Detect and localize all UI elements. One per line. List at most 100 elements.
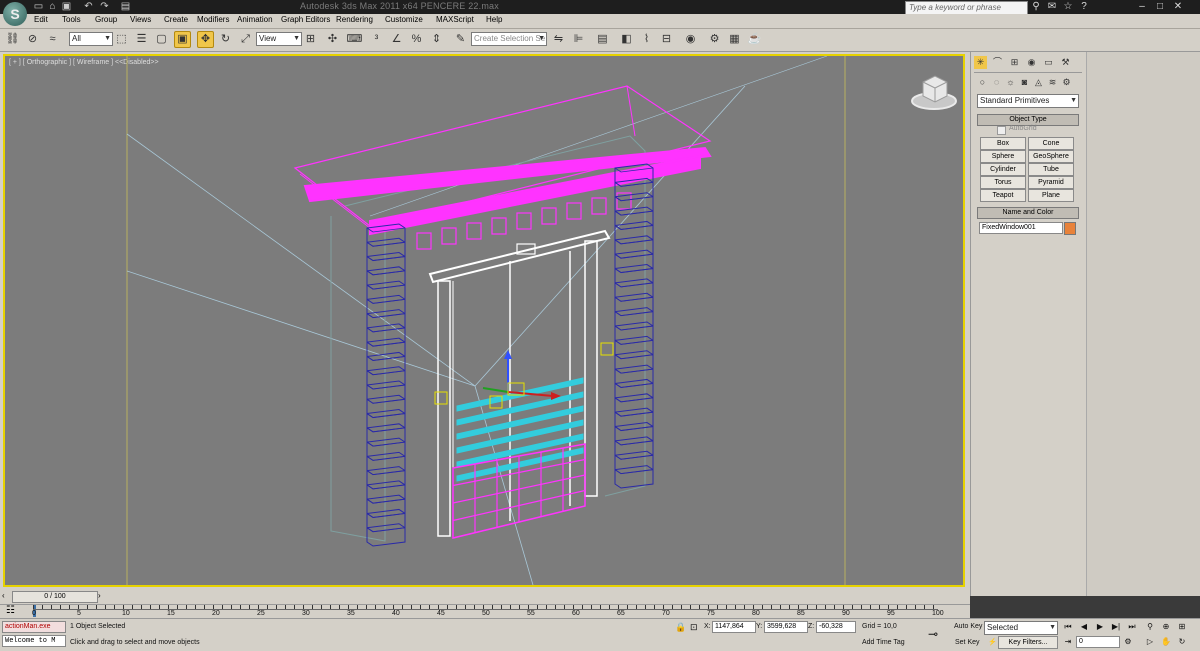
menu-rendering[interactable]: Rendering	[336, 15, 373, 24]
schematic-view-icon[interactable]: ⊟	[658, 31, 675, 48]
key-icon[interactable]: ⊸	[928, 627, 938, 641]
select-and-rotate-icon[interactable]: ↻	[217, 31, 234, 48]
selection-filter-dropdown[interactable]: All ▼	[69, 32, 113, 46]
add-time-tag-button[interactable]: Add Time Tag	[862, 639, 905, 646]
z-coordinate-field[interactable]: -60,328	[816, 621, 856, 633]
absolute-mode-icon[interactable]: ⊡	[690, 622, 698, 633]
orbit-icon[interactable]: ↻	[1176, 636, 1188, 647]
graphite-tools-icon[interactable]: ◧	[618, 31, 635, 48]
spinner-snap-icon[interactable]: ⇕	[428, 31, 445, 48]
render-setup-icon[interactable]: ⚙	[706, 31, 723, 48]
snaps-toggle-icon[interactable]: ³	[368, 31, 385, 48]
communication-icon[interactable]: ✉	[1046, 1, 1058, 13]
space-warps-icon[interactable]: ≋	[1046, 76, 1059, 89]
sphere-button[interactable]: Sphere	[980, 150, 1026, 163]
mini-curve-editor-icon[interactable]: ☷	[6, 605, 15, 616]
go-to-start-icon[interactable]: ⏮	[1062, 621, 1074, 632]
x-coordinate-field[interactable]: 1147,864	[712, 621, 756, 633]
time-slider[interactable]: 0 / 100	[12, 591, 98, 603]
menu-edit[interactable]: Edit	[34, 15, 48, 24]
edit-named-selection-icon[interactable]: ✎	[452, 31, 469, 48]
mirror-icon[interactable]: ⇋	[550, 31, 567, 48]
next-key-icon[interactable]: ▶|	[1110, 621, 1122, 632]
menu-create[interactable]: Create	[164, 15, 188, 24]
zoom-extents-icon[interactable]: ⊞	[1176, 621, 1188, 632]
prev-frame-icon[interactable]: ‹	[2, 591, 5, 600]
project-folder-icon[interactable]: ▤	[120, 1, 131, 12]
named-selection-sets-dropdown[interactable]: Create Selection Se ▼	[471, 32, 547, 46]
helpers-icon[interactable]: ◬	[1032, 76, 1045, 89]
menu-tools[interactable]: Tools	[62, 15, 81, 24]
zoom-icon[interactable]: ⚲	[1144, 621, 1156, 632]
search-input[interactable]: Type a keyword or phrase	[905, 1, 1028, 15]
geosphere-button[interactable]: GeoSphere	[1028, 150, 1074, 163]
layer-manager-icon[interactable]: ▤	[594, 31, 611, 48]
manipulate-icon[interactable]: ✣	[324, 31, 341, 48]
curve-editor-icon[interactable]: ⌇	[638, 31, 655, 48]
binoculars-icon[interactable]: ⚲	[1030, 1, 1042, 13]
time-configuration-icon[interactable]: ⚙	[1122, 636, 1134, 647]
select-object-icon[interactable]: ⬚	[113, 31, 130, 48]
set-key-button[interactable]: Set Key	[955, 639, 980, 646]
new-file-icon[interactable]: ▭	[33, 1, 44, 12]
maxscript-listener-top[interactable]: actionMan.exe	[2, 621, 66, 633]
object-color-swatch[interactable]	[1064, 222, 1076, 235]
save-file-icon[interactable]: ▣	[61, 1, 72, 12]
redo-icon[interactable]: ↷	[99, 1, 110, 12]
perspective-viewport[interactable]: [ + ] [ Orthographic ] [ Wireframe ] <<D…	[3, 54, 965, 587]
create-tab-icon[interactable]: ✳	[974, 56, 987, 69]
key-mode-icon[interactable]: ⚡	[988, 638, 997, 646]
next-frame-icon[interactable]: ›	[98, 591, 101, 600]
display-tab-icon[interactable]: ▭	[1042, 56, 1055, 69]
menu-maxscript[interactable]: MAXScript	[436, 15, 474, 24]
undo-icon[interactable]: ↶	[83, 1, 94, 12]
key-filters-button[interactable]: Key Filters...	[998, 636, 1058, 649]
render-production-icon[interactable]: ☕	[746, 31, 763, 48]
menu-help[interactable]: Help	[486, 15, 502, 24]
plane-button[interactable]: Plane	[1028, 189, 1074, 202]
cone-button[interactable]: Cone	[1028, 137, 1074, 150]
angle-snap-icon[interactable]: ∠	[388, 31, 405, 48]
material-editor-icon[interactable]: ◉	[682, 31, 699, 48]
pyramid-button[interactable]: Pyramid	[1028, 176, 1074, 189]
key-mode-toggle-icon[interactable]: ⇥	[1062, 636, 1074, 647]
torus-button[interactable]: Torus	[980, 176, 1026, 189]
select-and-scale-icon[interactable]: ⤢	[237, 31, 254, 48]
align-icon[interactable]: ⊫	[570, 31, 587, 48]
menu-graph-editors[interactable]: Graph Editors	[281, 15, 330, 24]
autogrid-checkbox[interactable]	[997, 126, 1006, 135]
favorites-icon[interactable]: ☆	[1062, 1, 1074, 13]
field-of-view-icon[interactable]: ▷	[1144, 636, 1156, 647]
object-category-dropdown[interactable]: Standard Primitives ▼	[977, 94, 1079, 108]
modify-tab-icon[interactable]: ⌒	[991, 56, 1004, 69]
help-icon[interactable]: ?	[1078, 1, 1090, 13]
select-and-move-icon[interactable]: ✥	[197, 31, 214, 48]
pivot-center-icon[interactable]: ⊞	[302, 31, 319, 48]
percent-snap-icon[interactable]: %	[408, 31, 425, 48]
minimize-icon[interactable]: –	[1136, 1, 1148, 13]
selection-lock-icon[interactable]: 🔒	[675, 622, 686, 633]
menu-modifiers[interactable]: Modifiers	[197, 15, 229, 24]
keyboard-shortcut-icon[interactable]: ⌨	[346, 31, 363, 48]
bind-space-warp-icon[interactable]: ≈	[44, 31, 61, 48]
application-button[interactable]: S	[3, 2, 27, 26]
viewcube-icon[interactable]	[911, 75, 957, 110]
unlink-icon[interactable]: ⊘	[24, 31, 41, 48]
go-to-end-icon[interactable]: ⏭	[1126, 621, 1138, 632]
maximize-icon[interactable]: □	[1154, 1, 1166, 13]
object-name-field[interactable]: FixedWindow001	[979, 222, 1063, 234]
lights-icon[interactable]: ☼	[1004, 76, 1017, 89]
auto-key-selection-dropdown[interactable]: Selected ▼	[984, 621, 1058, 635]
y-coordinate-field[interactable]: 3599,628	[764, 621, 808, 633]
maxscript-listener-bottom[interactable]: Welcome to M	[2, 635, 66, 647]
select-by-name-icon[interactable]: ☰	[133, 31, 150, 48]
shapes-icon[interactable]: ◌	[990, 76, 1003, 89]
menu-group[interactable]: Group	[95, 15, 117, 24]
hierarchy-tab-icon[interactable]: ⊞	[1008, 56, 1021, 69]
rectangular-selection-icon[interactable]: ▢	[153, 31, 170, 48]
reference-coordinate-dropdown[interactable]: View ▼	[256, 32, 302, 46]
window-crossing-icon[interactable]: ▣	[174, 31, 191, 48]
systems-icon[interactable]: ⚙	[1060, 76, 1073, 89]
utilities-tab-icon[interactable]: ⚒	[1059, 56, 1072, 69]
zoom-all-icon[interactable]: ⊕	[1160, 621, 1172, 632]
